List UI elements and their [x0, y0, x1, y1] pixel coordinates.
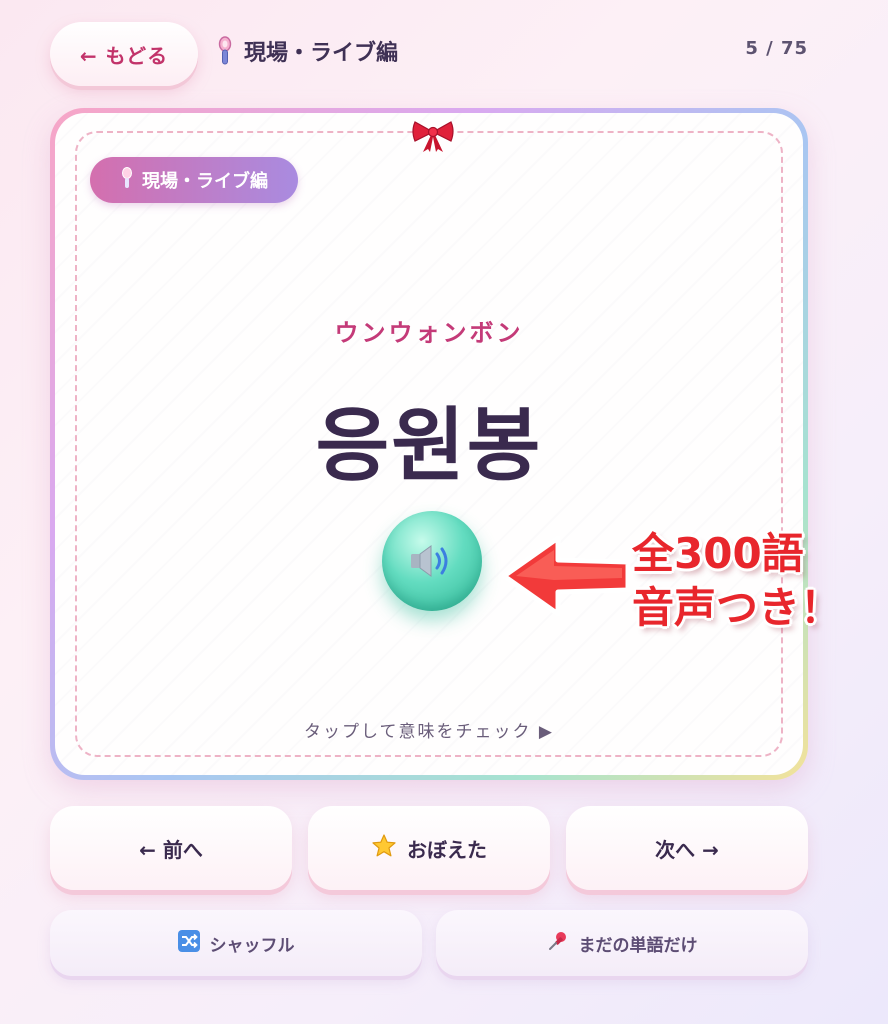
- tap-hint: タップして意味をチェック ▶: [304, 722, 554, 742]
- shuffle-button[interactable]: シャッフル: [50, 910, 422, 976]
- lightstick-icon: [216, 36, 234, 66]
- prev-label: ← 前へ: [139, 837, 203, 862]
- promo-callout: 全300語 音声つき！: [632, 529, 882, 633]
- next-label: 次へ →: [655, 837, 719, 862]
- top-bar: ← もどる 現場・ライブ編 5 / 75: [0, 0, 888, 100]
- unlearned-only-label: まだの単語だけ: [578, 935, 698, 956]
- flashcard-frame: 現場・ライブ編 ウンウォンボン 응원봉 タップして意味をチェック ▶: [50, 108, 808, 780]
- back-button[interactable]: ← もどる: [50, 22, 198, 86]
- pointer-arrow: [496, 528, 636, 624]
- prev-button[interactable]: ← 前へ: [50, 806, 292, 890]
- word-reading: ウンウォンボン: [334, 319, 524, 347]
- progress-counter: 5 / 75: [745, 38, 808, 59]
- korean-word: 응원봉: [315, 399, 543, 492]
- pin-icon: [547, 930, 569, 957]
- flashcard[interactable]: 現場・ライブ編 ウンウォンボン 응원봉 タップして意味をチェック ▶: [55, 113, 803, 775]
- topic-title: 現場・ライブ編: [244, 41, 399, 66]
- category-label: 現場・ライブ編: [142, 171, 268, 192]
- star-icon: [371, 833, 397, 864]
- speaker-icon: [411, 545, 448, 577]
- shuffle-icon: [177, 929, 200, 957]
- action-row: シャッフル まだの単語だけ: [50, 910, 808, 980]
- topic-header: 現場・ライブ編: [216, 34, 398, 68]
- category-badge: 現場・ライブ編: [90, 157, 298, 203]
- play-audio-button[interactable]: [382, 511, 482, 611]
- lightstick-icon: [120, 166, 134, 194]
- memorized-button[interactable]: おぼえた: [308, 806, 550, 890]
- memorized-label: おぼえた: [407, 837, 487, 862]
- promo-line-1: 全300語: [632, 529, 804, 578]
- nav-row: ← 前へ おぼえた 次へ →: [50, 806, 808, 894]
- ribbon-bow-icon: [411, 119, 455, 153]
- promo-line-2: 音声つき！: [632, 583, 843, 633]
- unlearned-only-button[interactable]: まだの単語だけ: [436, 910, 808, 976]
- shuffle-label: シャッフル: [209, 935, 295, 956]
- next-button[interactable]: 次へ →: [566, 806, 808, 890]
